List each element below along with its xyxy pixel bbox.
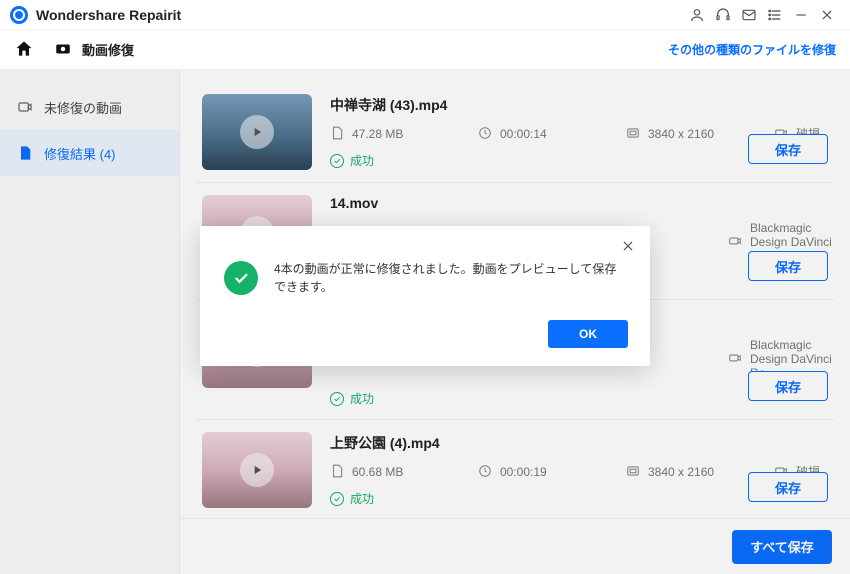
account-icon[interactable] (684, 2, 710, 28)
modal-ok-button[interactable]: OK (548, 320, 628, 348)
toolbar: 動画修復 その他の種類のファイルを修復 (0, 30, 850, 70)
modal-message: 4本の動画が正常に修復されました。動画をプレビューして保存できます。 (274, 260, 622, 296)
success-check-icon (224, 261, 258, 295)
home-icon[interactable] (14, 39, 36, 61)
mail-icon[interactable] (736, 2, 762, 28)
modal-overlay: 4本の動画が正常に修復されました。動画をプレビューして保存できます。 OK (0, 70, 850, 574)
menu-icon[interactable] (762, 2, 788, 28)
modal-close-button[interactable] (618, 236, 638, 256)
app-logo-icon (10, 6, 28, 24)
headset-icon[interactable] (710, 2, 736, 28)
other-file-types-link[interactable]: その他の種類のファイルを修復 (668, 41, 836, 58)
titlebar: Wondershare Repairit (0, 0, 850, 30)
close-button[interactable] (814, 2, 840, 28)
minimize-button[interactable] (788, 2, 814, 28)
app-title: Wondershare Repairit (36, 7, 181, 23)
success-modal: 4本の動画が正常に修復されました。動画をプレビューして保存できます。 OK (200, 226, 650, 366)
video-repair-icon (54, 40, 74, 60)
section-title: 動画修復 (82, 40, 134, 59)
